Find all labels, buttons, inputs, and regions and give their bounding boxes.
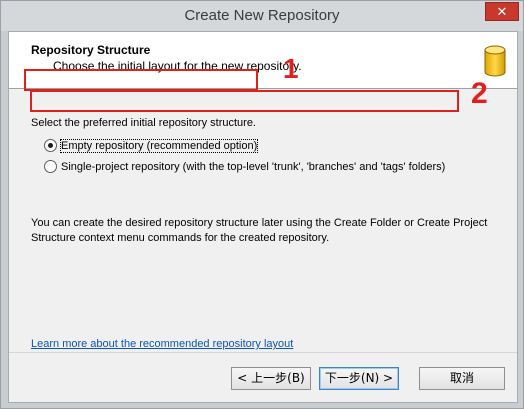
structure-prompt: Select the preferred initial repository … xyxy=(31,117,256,129)
option-single-project-label: Single-project repository (with the top-… xyxy=(61,160,446,173)
option-empty-label: Empty repository (recommended option) xyxy=(59,138,259,153)
option-single-project-repository[interactable]: Single-project repository (with the top-… xyxy=(44,160,445,173)
next-button[interactable]: 下一步(N) > xyxy=(319,367,399,390)
dialog-window: Create New Repository ✕ Repository Struc… xyxy=(0,0,524,409)
back-button[interactable]: < 上一步(B) xyxy=(231,367,311,390)
annotation-box-1 xyxy=(24,69,258,91)
option-empty-repository[interactable]: Empty repository (recommended option) xyxy=(44,138,259,153)
annotation-number-2: 2 xyxy=(471,77,488,110)
window-title: Create New Repository xyxy=(184,7,340,24)
title-bar: Create New Repository ✕ xyxy=(1,1,523,31)
learn-more-link[interactable]: Learn more about the recommended reposit… xyxy=(31,338,293,350)
wizard-footer: < 上一步(B) 下一步(N) > 取消 xyxy=(9,352,517,403)
radio-empty-repository[interactable] xyxy=(44,139,57,152)
annotation-box-2 xyxy=(30,90,459,112)
close-button[interactable]: ✕ xyxy=(485,2,519,21)
annotation-number-1: 1 xyxy=(283,53,299,84)
database-icon xyxy=(484,45,506,77)
header-title: Repository Structure xyxy=(31,43,151,57)
radio-single-project[interactable] xyxy=(44,160,57,173)
cancel-button[interactable]: 取消 xyxy=(419,367,505,390)
structure-description: You can create the desired repository st… xyxy=(31,217,488,244)
